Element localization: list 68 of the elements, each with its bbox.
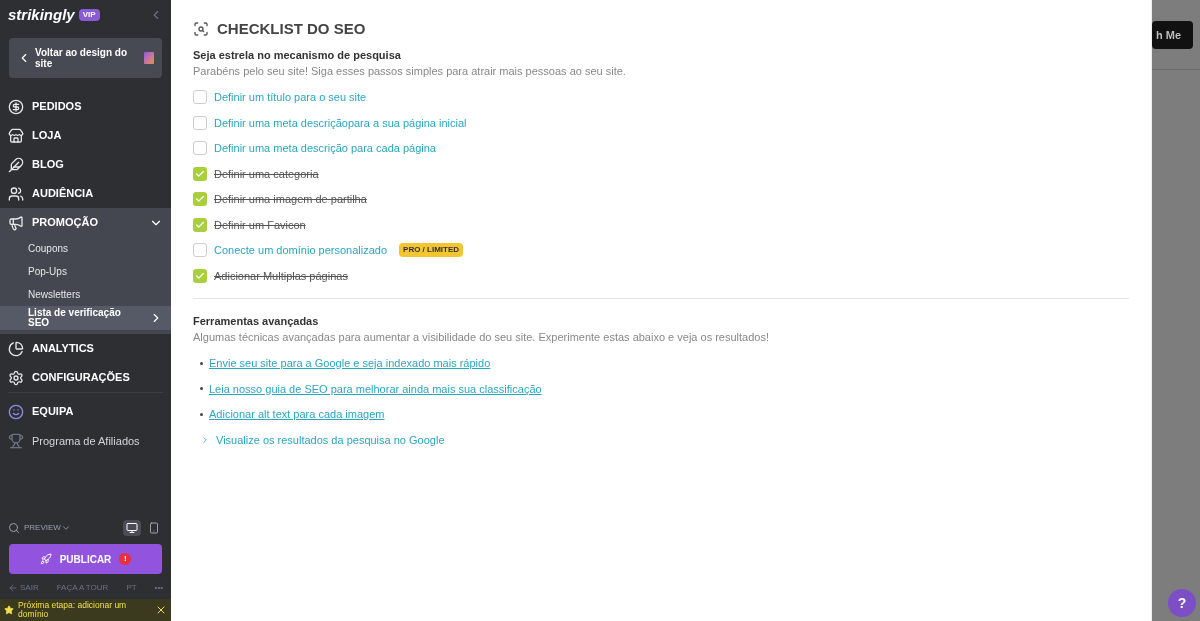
feather-icon	[8, 156, 24, 173]
notification-text: Próxima etapa: adicionar um domínio	[18, 601, 128, 619]
publish-button[interactable]: PUBLICAR !	[9, 544, 162, 574]
phone-icon	[148, 522, 160, 534]
checkbox[interactable]	[193, 141, 207, 156]
team-avatar-icon	[8, 403, 24, 420]
trophy-icon	[8, 433, 24, 449]
submenu-item[interactable]: Lista de verificação SEO	[0, 306, 171, 330]
nav-item[interactable]: PEDIDOS	[0, 92, 171, 121]
bullet-icon	[200, 387, 203, 391]
monitor-icon	[126, 522, 138, 534]
completed-task: Definir um Favicon	[214, 217, 306, 233]
logo: strikingly	[8, 4, 75, 25]
section-heading: Seja estrela no mecanismo de pesquisa	[193, 47, 402, 63]
nav-item[interactable]: CONFIGURAÇÕES	[0, 363, 171, 392]
help-button[interactable]: ?	[1168, 589, 1196, 617]
nav-item[interactable]: BLOG	[0, 150, 171, 179]
checkbox[interactable]	[193, 90, 207, 105]
rocket-icon	[39, 553, 52, 565]
checkbox[interactable]	[193, 243, 207, 258]
completed-task: Definir uma imagem de partilha	[214, 192, 367, 207]
close-icon[interactable]	[155, 604, 167, 616]
submenu-item[interactable]: Pop-Ups	[0, 260, 171, 283]
bullet-icon	[200, 361, 203, 365]
section-description: Algumas técnicas avançadas para aumentar a visibilidade do seu site. Experimente estas abaixo e veja os resultados!	[193, 330, 770, 345]
checkbox[interactable]	[193, 115, 207, 130]
check-icon	[195, 194, 205, 205]
settings-icon	[8, 369, 24, 386]
arrow-left-icon	[8, 583, 18, 593]
pie-chart-icon	[8, 340, 24, 357]
panel-title: CHECKLIST DO SEO	[217, 19, 366, 39]
completed-task: Definir uma categoria	[214, 166, 319, 182]
completed-task: Adicionar Multiplas páginas	[214, 268, 348, 284]
submenu-item[interactable]: Coupons	[0, 237, 171, 260]
vip-badge: VIP	[78, 9, 100, 21]
search-icon	[8, 522, 20, 534]
checkbox[interactable]	[193, 217, 207, 232]
seo-icon	[193, 21, 209, 38]
check-icon	[195, 168, 205, 179]
caret-icon	[60, 523, 71, 533]
checkbox[interactable]	[193, 192, 207, 207]
users-icon	[8, 185, 24, 202]
checkbox[interactable]	[193, 268, 207, 283]
nav-item[interactable]: AUDIÊNCIA	[0, 179, 171, 208]
preview-menu[interactable]: PREVIEW	[24, 522, 61, 534]
check-icon	[195, 219, 205, 230]
chevron-right-icon	[200, 434, 210, 445]
checkbox[interactable]	[193, 166, 207, 181]
alert-badge: !	[119, 553, 132, 565]
star-icon	[4, 605, 14, 615]
desktop-view-button[interactable]	[123, 520, 141, 536]
back-button[interactable]: Voltar ao design do site	[9, 38, 162, 78]
section-description: Parabéns pelo seu site! Siga esses passos simples para atrair mais pessoas ao seu site.	[193, 64, 627, 79]
store-icon	[8, 127, 24, 144]
megaphone-icon	[8, 214, 24, 231]
check-icon	[195, 270, 205, 281]
background-button[interactable]: h Me	[1152, 21, 1194, 49]
page-icon	[144, 52, 154, 64]
nav-item[interactable]: PROMOÇÃO	[0, 208, 171, 237]
nav-item[interactable]: ANALYTICS	[0, 334, 171, 363]
plan-badge: PRO / LIMITED	[399, 243, 464, 258]
nav-item[interactable]: EQUIPA	[0, 397, 171, 426]
nav-item[interactable]: LOJA	[0, 121, 171, 150]
bullet-icon	[200, 412, 203, 416]
dollar-icon	[8, 98, 24, 115]
nav-item[interactable]: Programa de Afiliados	[0, 426, 171, 456]
section-heading: Ferramentas avançadas	[193, 313, 320, 329]
submenu-item[interactable]: Newsletters	[0, 283, 171, 306]
